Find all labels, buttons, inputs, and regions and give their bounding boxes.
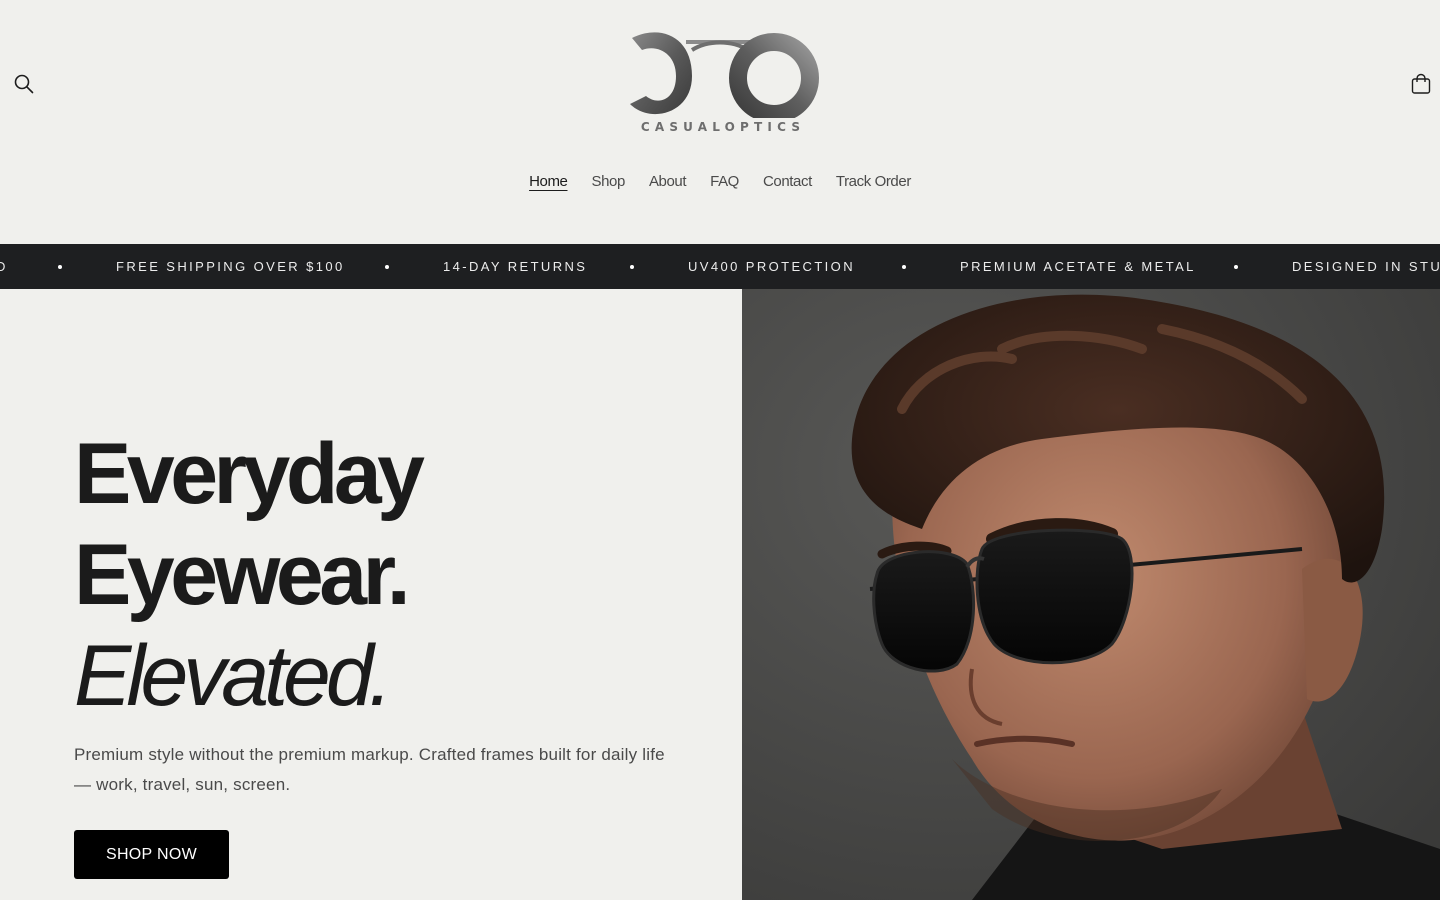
shopping-bag-icon (1411, 73, 1431, 94)
hero-headline-line2: Eyewear. (74, 527, 411, 623)
ticker-separator-dot (630, 265, 634, 269)
shop-now-button[interactable]: SHOP NOW (74, 830, 229, 879)
hero-image (742, 289, 1440, 900)
glasses-logo-icon (630, 32, 819, 123)
ticker-item: DESIGNED IN STUD (1292, 259, 1440, 274)
cart-button[interactable] (1409, 72, 1433, 96)
nav-item-faq[interactable]: FAQ (710, 173, 739, 190)
brand-name: CASUALOPTICS (640, 120, 806, 134)
ticker-separator-dot (1234, 265, 1238, 269)
nav-item-contact[interactable]: Contact (763, 173, 812, 190)
hero-headline-line3: Elevated. (74, 628, 393, 724)
ticker-item: PREMIUM ACETATE & METAL (960, 259, 1196, 274)
nav-item-home[interactable]: Home (529, 173, 568, 190)
model-portrait-image (742, 289, 1440, 900)
search-icon (14, 74, 34, 94)
hero-subtitle: Premium style without the premium markup… (74, 745, 665, 794)
brand-logo[interactable]: CASUALOPTICS (620, 26, 820, 138)
ticker-separator-dot (385, 265, 389, 269)
site-header: CASUALOPTICS Home Shop About FAQ Contact… (0, 0, 1440, 244)
ticker-item: FREE SHIPPING OVER $100 (116, 259, 345, 274)
main-nav: Home Shop About FAQ Contact Track Order (0, 173, 1440, 190)
ticker-item: UV400 PROTECTION (688, 259, 855, 274)
announcement-ticker: D FREE SHIPPING OVER $100 14-DAY RETURNS… (0, 244, 1440, 289)
ticker-separator-dot (902, 265, 906, 269)
nav-item-track-order[interactable]: Track Order (836, 173, 911, 190)
ticker-separator-dot (58, 265, 62, 269)
hero-text-panel: Everyday Eyewear. Elevated. Premium styl… (0, 289, 742, 900)
ticker-item: 14-DAY RETURNS (443, 259, 588, 274)
nav-item-about[interactable]: About (649, 173, 687, 190)
hero-headline-line1: Everyday (74, 426, 425, 522)
nav-item-shop[interactable]: Shop (592, 173, 626, 190)
ticker-item: D (0, 259, 8, 274)
search-button[interactable] (12, 72, 36, 96)
